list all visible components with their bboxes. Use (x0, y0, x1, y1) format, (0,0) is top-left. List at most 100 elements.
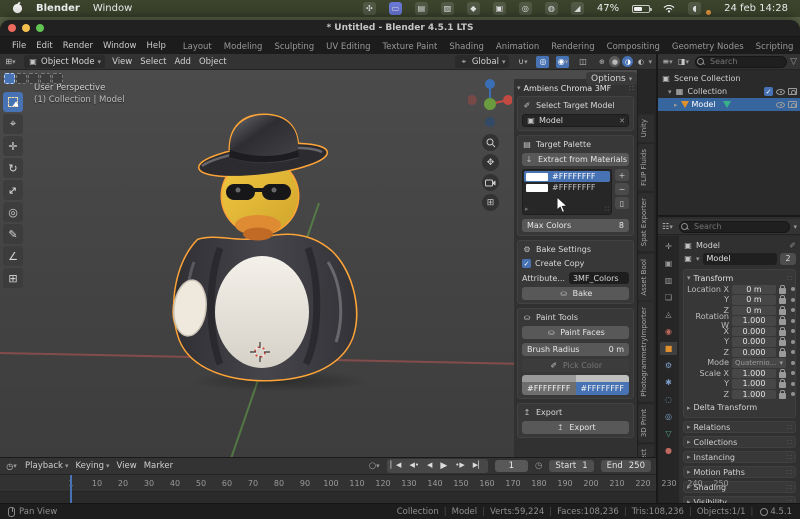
outliner-display-mode-icon[interactable]: ≡ ▾ (661, 56, 674, 68)
pin-icon[interactable]: ✐ (789, 241, 796, 250)
collapsed-panel[interactable]: ▸ Relations ∷ (683, 421, 796, 433)
workspace-tab[interactable]: Geometry Nodes (666, 39, 750, 54)
lock-icon[interactable] (779, 368, 786, 378)
collection-checkbox[interactable]: ✓ (764, 87, 773, 96)
viewport-menu-item[interactable]: Object (199, 57, 227, 67)
viewport-menu-item[interactable]: Select (140, 57, 166, 67)
outliner-search-input[interactable] (695, 55, 788, 68)
animate-dot[interactable] (791, 308, 795, 313)
tab-view-layer[interactable]: ❏ (660, 291, 677, 304)
sidebar-tab[interactable]: PhotogrammetryImporter (638, 302, 654, 402)
viewport-menu-item[interactable]: Add (174, 57, 190, 67)
topbar-menu-item[interactable]: Window (98, 41, 142, 51)
lock-icon[interactable] (779, 284, 786, 294)
tab-tool[interactable]: ✛ (660, 240, 677, 253)
lock-icon[interactable] (779, 337, 786, 347)
menubar-app-name[interactable]: Blender (36, 3, 80, 14)
prev-keyframe-button[interactable]: ◀• (405, 459, 423, 473)
jump-to-end-button[interactable]: ▶▏ (469, 459, 488, 473)
topbar-menu-item[interactable]: Edit (31, 41, 57, 51)
transform-tool[interactable]: ◎ (3, 202, 23, 222)
users-count-badge[interactable]: 2 (780, 252, 796, 265)
outliner-row-scene-collection[interactable]: ▣ Scene Collection (658, 72, 800, 85)
outliner-row-collection[interactable]: ▾ ▦ Collection ✓ (658, 85, 800, 98)
animate-dot[interactable] (791, 381, 795, 386)
workspace-tab[interactable]: Sculpting (268, 39, 320, 54)
properties-editor-icon[interactable]: ☷ ▾ (661, 221, 674, 233)
delta-transform-subpanel[interactable]: ▸ Delta Transform (687, 403, 792, 414)
overlays-toggle-icon[interactable]: ◫ (576, 56, 589, 68)
tab-constraints[interactable]: ◎ (660, 410, 677, 423)
frame-tick[interactable]: 240 (682, 479, 708, 488)
topbar-menu-item[interactable]: Help (141, 41, 170, 51)
lock-icon[interactable] (779, 316, 786, 326)
frame-tick[interactable]: 250 (708, 479, 734, 488)
marker-menu[interactable]: Marker (144, 461, 173, 471)
camera-render-icon[interactable] (788, 88, 797, 95)
view-menu[interactable]: View (117, 461, 137, 471)
frame-tick[interactable]: 220 (630, 479, 656, 488)
sidebar-tab[interactable]: Unity (638, 114, 654, 143)
swatch-preview-row[interactable] (522, 375, 629, 382)
number-field[interactable]: 1.000 (732, 316, 776, 326)
funnel-filter-icon[interactable]: ▽ (790, 57, 797, 67)
select-box-tool[interactable] (3, 92, 23, 112)
sidebar-tab[interactable]: FLIP Fluids (638, 144, 654, 192)
workspace-tab[interactable]: Texture Paint (377, 39, 444, 54)
lock-icon[interactable] (779, 326, 786, 336)
lock-icon[interactable] (779, 305, 786, 315)
frame-tick[interactable]: 180 (526, 479, 552, 488)
wifi-icon[interactable] (663, 4, 675, 13)
create-copy-checkbox[interactable]: ✓ (522, 259, 531, 268)
sidebar-tab[interactable]: Distance Select (638, 444, 654, 457)
frame-tick[interactable]: 60 (214, 479, 240, 488)
animate-dot[interactable] (791, 350, 795, 355)
close-window-button[interactable] (8, 24, 16, 32)
keying-menu[interactable]: Keying ▾ (75, 461, 109, 471)
mode-dropdown[interactable]: ▣ Object Mode ▾ (24, 55, 106, 68)
compass-icon[interactable]: ✣ (362, 2, 376, 15)
number-field[interactable]: 0 m (732, 284, 776, 294)
object-name-field[interactable]: Model (702, 252, 777, 265)
chevron-down-icon[interactable]: ▾ (793, 223, 797, 231)
zoom-view-icon[interactable] (482, 134, 499, 151)
frame-tick[interactable]: 230 (656, 479, 682, 488)
animate-dot[interactable] (791, 318, 795, 323)
annotate-tool[interactable]: ✎ (3, 224, 23, 244)
cursor-tool[interactable]: ⌖ (3, 114, 23, 134)
number-field[interactable]: 0.000 (732, 326, 776, 336)
number-field[interactable]: 0 m (732, 305, 776, 315)
color-swatch[interactable] (526, 172, 548, 181)
orientation-dropdown[interactable]: ⌖ Global ▾ (454, 55, 510, 68)
tab-physics[interactable]: ◌ (660, 393, 677, 406)
paint-color-swatch[interactable]: #FFFFFFFF (522, 382, 576, 395)
timeline-channel-strip[interactable] (0, 492, 656, 503)
sidebar-tab[interactable]: Spat Exporter (638, 193, 654, 252)
app-icon-shield[interactable]: ▣ (492, 2, 506, 15)
lock-icon[interactable] (779, 379, 786, 389)
rotate-tool[interactable]: ↻ (3, 158, 23, 178)
rotation-mode-dropdown[interactable]: Quaternio... ▾ (732, 358, 786, 368)
frame-tick[interactable]: 110 (344, 479, 370, 488)
sidebar-tab[interactable]: Asset Bool (638, 253, 654, 301)
remove-color-button[interactable]: − (615, 183, 629, 195)
editor-type-icon[interactable]: ⊞ ▾ (4, 56, 17, 68)
frame-tick[interactable]: 20 (110, 479, 136, 488)
frame-tick[interactable]: 150 (448, 479, 474, 488)
frame-tick[interactable]: 160 (474, 479, 500, 488)
play-reverse-button[interactable]: ◀ (423, 459, 436, 473)
auto-keying-icon[interactable]: ○▾ (369, 461, 380, 471)
transform-panel-header[interactable]: ▾ Transform ∷ (687, 272, 792, 284)
proportional-editing-icon[interactable]: ◎ (536, 55, 550, 68)
number-field[interactable]: 1.000 (732, 379, 776, 389)
properties-search-input[interactable] (679, 220, 791, 233)
max-colors-slider[interactable]: Max Colors 8 (522, 219, 629, 232)
eye-icon[interactable] (776, 88, 785, 95)
palette-color-row[interactable]: #FFFFFFFF (524, 182, 610, 193)
camera-render-icon[interactable] (788, 101, 797, 108)
tab-scene[interactable]: ◬ (660, 308, 677, 321)
lock-icon[interactable] (779, 295, 786, 305)
tab-render[interactable]: ▣ (660, 257, 677, 270)
frame-tick[interactable]: 200 (578, 479, 604, 488)
workspace-tab[interactable]: UV Editing (320, 39, 376, 54)
